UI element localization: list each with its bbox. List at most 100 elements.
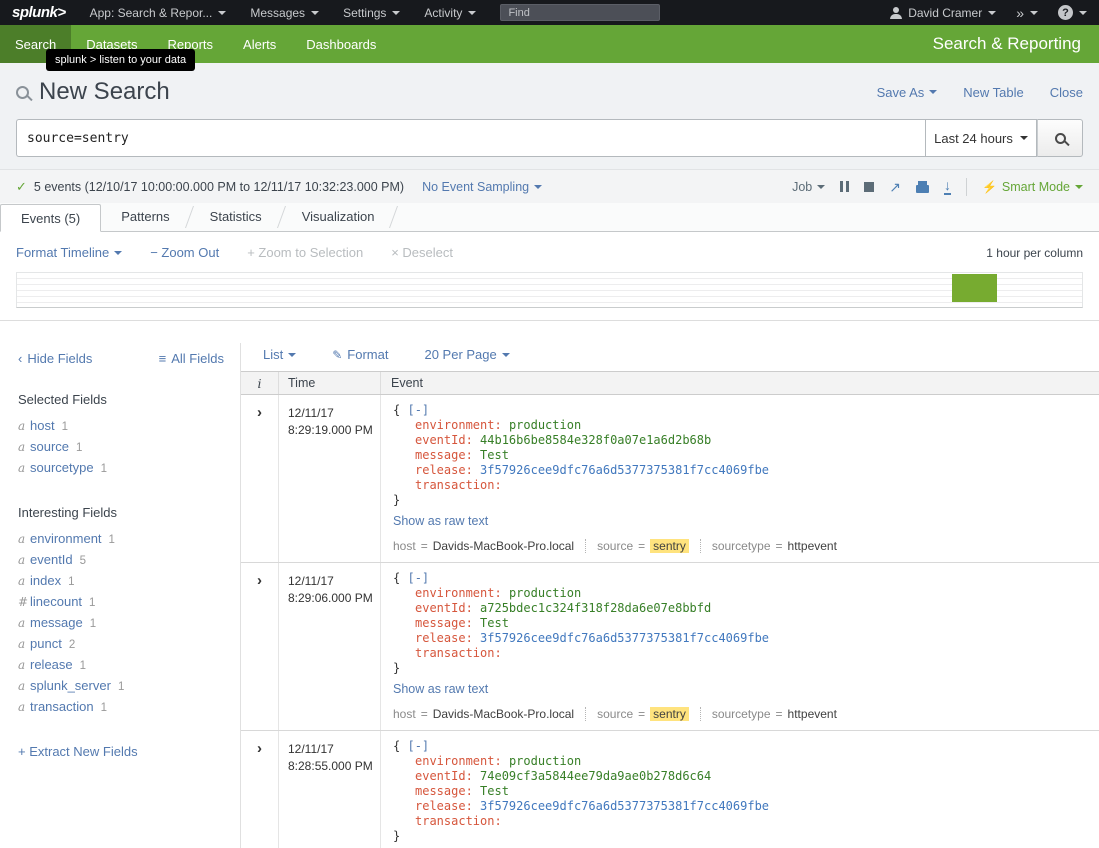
result-tab-label: Statistics [210, 209, 262, 224]
print-icon[interactable] [916, 185, 929, 193]
json-value-environment[interactable]: production [509, 418, 581, 432]
show-raw-text-link[interactable]: Show as raw text [393, 514, 488, 528]
timeline-chart[interactable] [16, 272, 1083, 308]
field-name[interactable]: eventId [30, 550, 73, 570]
result-tab[interactable]: Visualization [282, 203, 395, 231]
field-item[interactable]: a eventId 5 [18, 550, 240, 571]
help-menu[interactable]: ? [1058, 5, 1087, 20]
field-item[interactable]: # linecount 1 [18, 592, 240, 613]
result-tab[interactable]: Events (5) [0, 204, 101, 232]
field-item[interactable]: a host 1 [18, 416, 240, 437]
list-type-menu[interactable]: List [263, 347, 296, 362]
json-value-eventid[interactable]: a725bdec1c324f318f28da6e07e8bbfd [480, 601, 711, 615]
fields-sidebar-header: ‹ Hide Fields ≡ All Fields [18, 351, 224, 366]
format-menu[interactable]: ✎ Format [332, 347, 388, 362]
result-tab[interactable]: Patterns [101, 203, 189, 231]
expand-chevron-icon[interactable]: › [257, 404, 262, 421]
field-item[interactable]: a sourcetype 1 [18, 458, 240, 479]
check-icon: ✓ [16, 179, 27, 195]
field-name[interactable]: environment [30, 529, 102, 549]
zoom-out-button[interactable]: − Zoom Out [150, 245, 219, 260]
field-name[interactable]: transaction [30, 697, 94, 717]
field-name[interactable]: splunk_server [30, 676, 111, 696]
meta-sourcetype-value[interactable]: httpevent [788, 539, 837, 553]
json-value-message[interactable]: Test [480, 616, 509, 630]
zoom-to-selection-button: + Zoom to Selection [247, 245, 363, 260]
field-name[interactable]: message [30, 613, 83, 633]
field-name[interactable]: punct [30, 634, 62, 654]
meta-source-value[interactable]: sentry [650, 707, 689, 721]
all-fields-button[interactable]: ≡ All Fields [159, 351, 224, 366]
export-icon[interactable]: ↓ [944, 178, 951, 195]
user-menu[interactable]: David Cramer [890, 6, 996, 20]
topbar-menu[interactable]: Settings [343, 6, 400, 20]
header-action[interactable]: Close [1050, 85, 1083, 100]
caret-down-icon [311, 11, 319, 15]
meta-sourcetype-value[interactable]: httpevent [788, 707, 837, 721]
json-collapse-toggle[interactable]: [-] [407, 739, 429, 753]
json-value-eventid[interactable]: 74e09cf3a5844ee79da9ae0b278d6c64 [480, 769, 711, 783]
field-item[interactable]: a transaction 1 [18, 697, 240, 718]
json-value-environment[interactable]: production [509, 586, 581, 600]
pause-icon[interactable] [840, 181, 849, 192]
topbar-menu[interactable]: Messages [250, 6, 319, 20]
field-name[interactable]: sourcetype [30, 458, 94, 478]
field-item[interactable]: a release 1 [18, 655, 240, 676]
nav-tab[interactable]: Dashboards [291, 25, 391, 63]
help-icon: ? [1058, 5, 1073, 20]
extract-new-fields-link[interactable]: + Extract New Fields [18, 744, 240, 759]
splunk-app: splunk> App: Search & Repor... Messages … [0, 0, 1099, 848]
field-item[interactable]: a splunk_server 1 [18, 676, 240, 697]
field-name[interactable]: source [30, 437, 69, 457]
job-menu[interactable]: Job [792, 180, 825, 194]
field-item[interactable]: a message 1 [18, 613, 240, 634]
json-value-release[interactable]: 3f57926cee9dfc76a6d5377375381f7cc4069fbe [480, 631, 769, 645]
activity-shortcut-menu[interactable]: » [1016, 5, 1038, 21]
timeline-bar[interactable] [952, 274, 997, 302]
header-action[interactable]: Save As [877, 85, 938, 100]
meta-host-value[interactable]: Davids-MacBook-Pro.local [433, 707, 574, 721]
event-sampling-menu[interactable]: No Event Sampling [422, 180, 542, 194]
field-item[interactable]: a environment 1 [18, 529, 240, 550]
topbar-menu[interactable]: Activity [424, 6, 476, 20]
result-tab-label: Patterns [121, 209, 169, 224]
expand-chevron-icon[interactable]: › [257, 572, 262, 589]
find-input[interactable] [500, 4, 660, 21]
events-panel: List ✎ Format 20 Per Page i Time Event [240, 343, 1099, 848]
json-collapse-toggle[interactable]: [-] [407, 571, 429, 585]
show-raw-text-link[interactable]: Show as raw text [393, 682, 488, 696]
equals-sign: = [638, 539, 645, 553]
json-collapse-toggle[interactable]: [-] [407, 403, 429, 417]
field-item[interactable]: a source 1 [18, 437, 240, 458]
search-mode-menu[interactable]: ⚡ Smart Mode [982, 180, 1083, 194]
nav-tab[interactable]: Alerts [228, 25, 291, 63]
time-range-picker[interactable]: Last 24 hours [925, 119, 1037, 157]
json-value-message[interactable]: Test [480, 784, 509, 798]
field-item[interactable]: a punct 2 [18, 634, 240, 655]
json-value-environment[interactable]: production [509, 754, 581, 768]
share-icon[interactable]: ↗ [889, 180, 901, 194]
field-name[interactable]: index [30, 571, 61, 591]
field-name[interactable]: release [30, 655, 73, 675]
result-tab[interactable]: Statistics [190, 203, 282, 231]
json-value-message[interactable]: Test [480, 448, 509, 462]
field-type-icon: a [18, 458, 30, 478]
json-value-release[interactable]: 3f57926cee9dfc76a6d5377375381f7cc4069fbe [480, 799, 769, 813]
format-timeline-menu[interactable]: Format Timeline [16, 245, 122, 260]
json-value-eventid[interactable]: 44b16b6be8584e328f0a07e1a6d2b68b [480, 433, 711, 447]
meta-source-value[interactable]: sentry [650, 539, 689, 553]
field-name[interactable]: host [30, 416, 55, 436]
splunk-logo[interactable]: splunk> [12, 4, 66, 21]
meta-host-value[interactable]: Davids-MacBook-Pro.local [433, 539, 574, 553]
search-query-input[interactable] [16, 119, 925, 157]
header-action[interactable]: New Table [963, 85, 1023, 100]
field-name[interactable]: linecount [30, 592, 82, 612]
search-submit-button[interactable] [1037, 119, 1083, 157]
field-item[interactable]: a index 1 [18, 571, 240, 592]
per-page-menu[interactable]: 20 Per Page [424, 347, 509, 362]
expand-chevron-icon[interactable]: › [257, 740, 262, 757]
hide-fields-button[interactable]: ‹ Hide Fields [18, 351, 92, 366]
json-value-release[interactable]: 3f57926cee9dfc76a6d5377375381f7cc4069fbe [480, 463, 769, 477]
topbar-menu[interactable]: App: Search & Repor... [90, 6, 227, 20]
stop-icon[interactable] [864, 182, 874, 192]
